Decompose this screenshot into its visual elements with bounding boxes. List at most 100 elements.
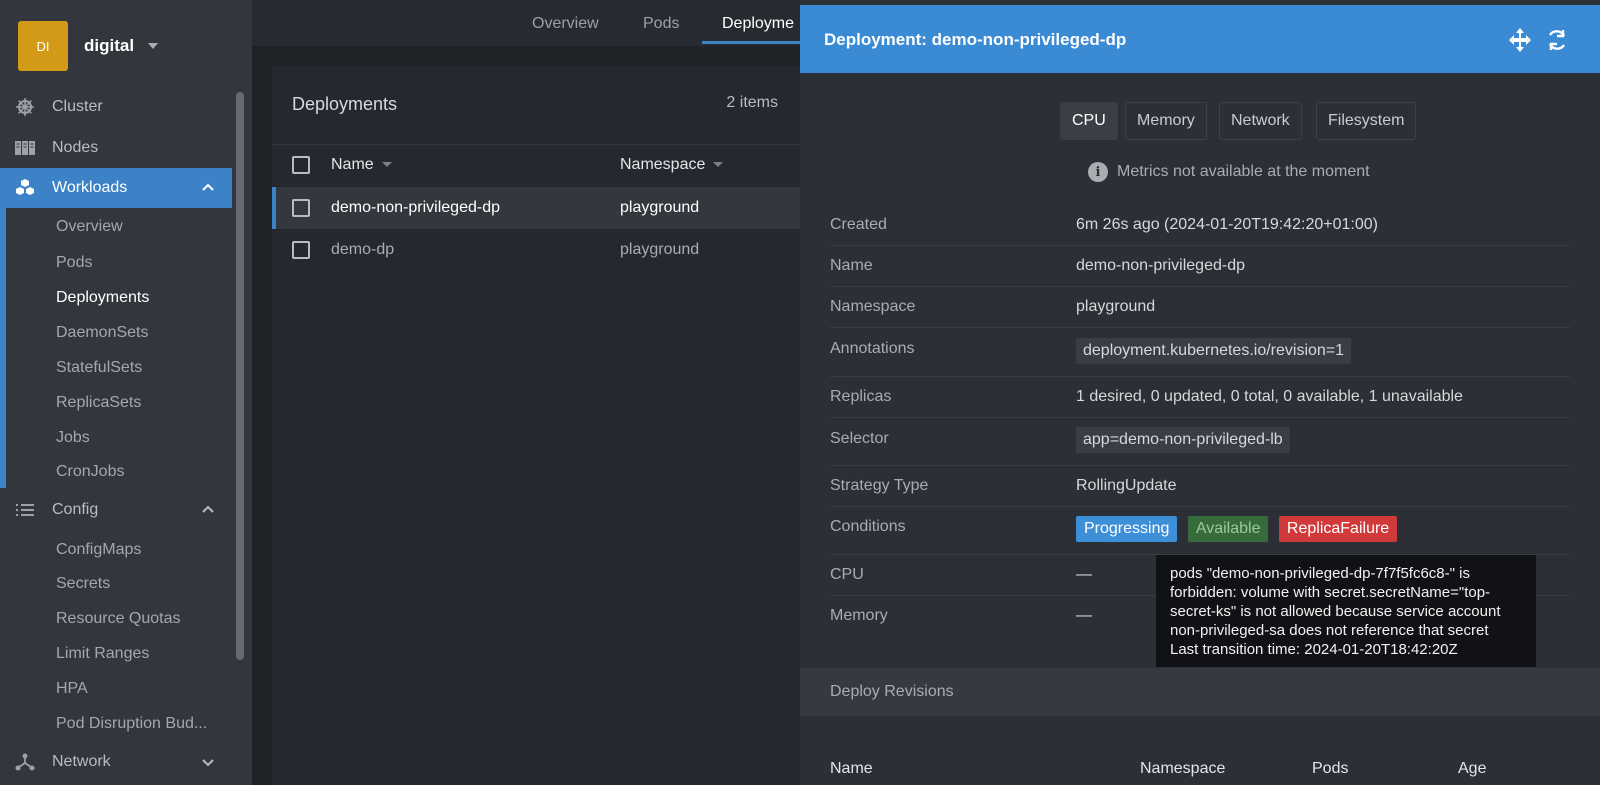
table-row[interactable]: demo-non-privileged-dp playground	[272, 187, 800, 229]
detail-label: Created	[830, 216, 887, 233]
sidebar-item-network[interactable]: Network	[0, 742, 232, 782]
detail-label: Annotations	[830, 340, 915, 357]
helm-wheel-icon	[13, 95, 37, 119]
sidebar-subitem-statefulsets[interactable]: StatefulSets	[56, 359, 142, 377]
sidebar-subitem-deployments[interactable]: Deployments	[56, 289, 149, 307]
revision-column-namespace[interactable]: Namespace	[1140, 760, 1225, 778]
sidebar-subitem-replicasets[interactable]: ReplicaSets	[56, 394, 141, 412]
conditions-list: Progressing Available ReplicaFailure	[1076, 516, 1403, 542]
detail-value: playground	[1076, 298, 1156, 315]
sidebar-item-label: Config	[52, 501, 99, 518]
sidebar-item-cluster[interactable]: Cluster	[0, 87, 232, 127]
row-name: demo-non-privileged-dp	[331, 199, 500, 216]
sidebar-subitem-resource-quotas[interactable]: Resource Quotas	[56, 610, 181, 628]
sidebar-item-label: Workloads	[52, 179, 128, 196]
chevron-down-icon	[148, 43, 159, 49]
chip-text: deployment.kubernetes.io/revision=1	[1076, 338, 1352, 364]
revision-column-pods[interactable]: Pods	[1312, 760, 1348, 778]
refresh-icon[interactable]	[1544, 27, 1570, 53]
active-section-indicator	[0, 168, 6, 488]
sidebar-subitem-cronjobs[interactable]: CronJobs	[56, 463, 124, 481]
tooltip-line: non-privileged-sa does not reference tha…	[1170, 622, 1489, 639]
sidebar-subitem-limit-ranges[interactable]: Limit Ranges	[56, 645, 149, 663]
detail-label: Strategy Type	[830, 477, 929, 494]
list-icon	[13, 498, 37, 522]
server-rack-icon	[13, 136, 37, 160]
section-title: Deploy Revisions	[830, 683, 954, 700]
detail-label: Conditions	[830, 518, 906, 535]
selector-chip: app=demo-non-privileged-lb	[1076, 427, 1290, 453]
row-namespace: playground	[620, 199, 700, 216]
condition-badge-progressing[interactable]: Progressing	[1076, 516, 1178, 542]
sidebar-subitem-hpa[interactable]: HPA	[56, 680, 88, 698]
cluster-name: digital	[84, 36, 135, 55]
sidebar-subitem-jobs[interactable]: Jobs	[56, 429, 90, 447]
sidebar-item-label: Nodes	[52, 139, 99, 156]
detail-label: Replicas	[830, 388, 892, 405]
condition-badge-replicafailure[interactable]: ReplicaFailure	[1278, 516, 1398, 542]
deploy-revisions-header: Deploy Revisions	[800, 668, 1600, 716]
tab-overview[interactable]: Overview	[532, 15, 599, 33]
table-row[interactable]: demo-dp playground	[272, 229, 800, 271]
row-name: demo-dp	[331, 241, 395, 258]
detail-label: Selector	[830, 430, 889, 447]
chevron-up-icon	[200, 180, 216, 196]
detail-label: Name	[830, 257, 873, 274]
tab-filesystem[interactable]: Filesystem	[1316, 102, 1417, 140]
move-arrows-icon[interactable]	[1507, 27, 1533, 53]
tooltip-line: pods "demo-non-privileged-dp-7f7f5fc6c8-…	[1170, 565, 1470, 582]
metrics-note-text: Metrics not available at the moment	[1117, 163, 1370, 180]
sidebar-subitem-pod-disruption-budgets[interactable]: Pod Disruption Bud...	[56, 715, 207, 733]
tab-pods[interactable]: Pods	[643, 15, 679, 33]
row-namespace: playground	[620, 241, 700, 258]
sidebar-subitem-secrets[interactable]: Secrets	[56, 575, 110, 593]
tab-deployments[interactable]: Deployme	[722, 15, 794, 33]
detail-label: CPU	[830, 566, 864, 583]
column-header-namespace[interactable]: Namespace	[620, 156, 724, 174]
sort-arrow-icon	[381, 162, 392, 168]
chip-text: app=demo-non-privileged-lb	[1076, 427, 1290, 453]
sidebar-item-config[interactable]: Config	[0, 490, 232, 530]
sidebar-subitem-pods[interactable]: Pods	[56, 254, 92, 272]
tooltip-line: Last transition time: 2024-01-20T18:42:2…	[1170, 641, 1458, 658]
deployments-panel: Deployments 2 items Name Namespace demo-…	[272, 66, 800, 785]
detail-row-replicas: Replicas 1 desired, 0 updated, 0 total, …	[830, 377, 1570, 418]
sidebar-item-workloads[interactable]: Workloads	[0, 168, 232, 208]
detail-row-conditions: Conditions Progressing Available Replica…	[830, 507, 1570, 555]
row-checkbox[interactable]	[292, 199, 310, 217]
cluster-selector[interactable]: DI digital	[18, 21, 159, 71]
cubes-icon	[13, 176, 37, 200]
row-checkbox[interactable]	[292, 241, 310, 259]
detail-row-created: Created 6m 26s ago (2024-01-20T19:42:20+…	[830, 205, 1570, 246]
column-header-label: Name	[331, 156, 374, 173]
detail-row-strategy: Strategy Type RollingUpdate	[830, 466, 1570, 507]
sidebar-subitem-configmaps[interactable]: ConfigMaps	[56, 541, 141, 559]
sidebar-subitem-daemonsets[interactable]: DaemonSets	[56, 324, 149, 342]
sort-arrow-icon	[713, 162, 724, 168]
chevron-up-icon	[200, 502, 216, 518]
annotation-chip: deployment.kubernetes.io/revision=1	[1076, 338, 1352, 364]
detail-row-name: Name demo-non-privileged-dp	[830, 246, 1570, 287]
detail-row-namespace: Namespace playground	[830, 287, 1570, 328]
detail-value: —	[1076, 607, 1092, 624]
detail-value: RollingUpdate	[1076, 477, 1177, 494]
detail-row-annotations: Annotations deployment.kubernetes.io/rev…	[830, 328, 1570, 377]
column-header-name[interactable]: Name	[331, 156, 392, 174]
item-count: 2 items	[726, 94, 778, 111]
top-tabs	[252, 0, 800, 46]
sidebar-item-nodes[interactable]: Nodes	[0, 128, 232, 168]
tooltip-line: secret-ks" is not allowed because servic…	[1170, 603, 1501, 620]
tooltip-line: forbidden: volume with secret.secretName…	[1170, 584, 1491, 601]
condition-badge-available[interactable]: Available	[1187, 516, 1269, 542]
tab-memory[interactable]: Memory	[1125, 102, 1207, 140]
revision-column-age[interactable]: Age	[1458, 760, 1486, 778]
select-all-checkbox[interactable]	[292, 156, 310, 174]
sidebar-scrollbar[interactable]	[236, 92, 244, 660]
revision-column-name[interactable]: Name	[830, 760, 873, 778]
tab-network[interactable]: Network	[1219, 102, 1302, 140]
tab-cpu[interactable]: CPU	[1060, 102, 1118, 140]
drawer-header: Deployment: demo-non-privileged-dp	[800, 5, 1600, 73]
sidebar-subitem-overview[interactable]: Overview	[56, 218, 123, 236]
panel-title: Deployments	[292, 94, 398, 114]
detail-value: —	[1076, 566, 1092, 583]
